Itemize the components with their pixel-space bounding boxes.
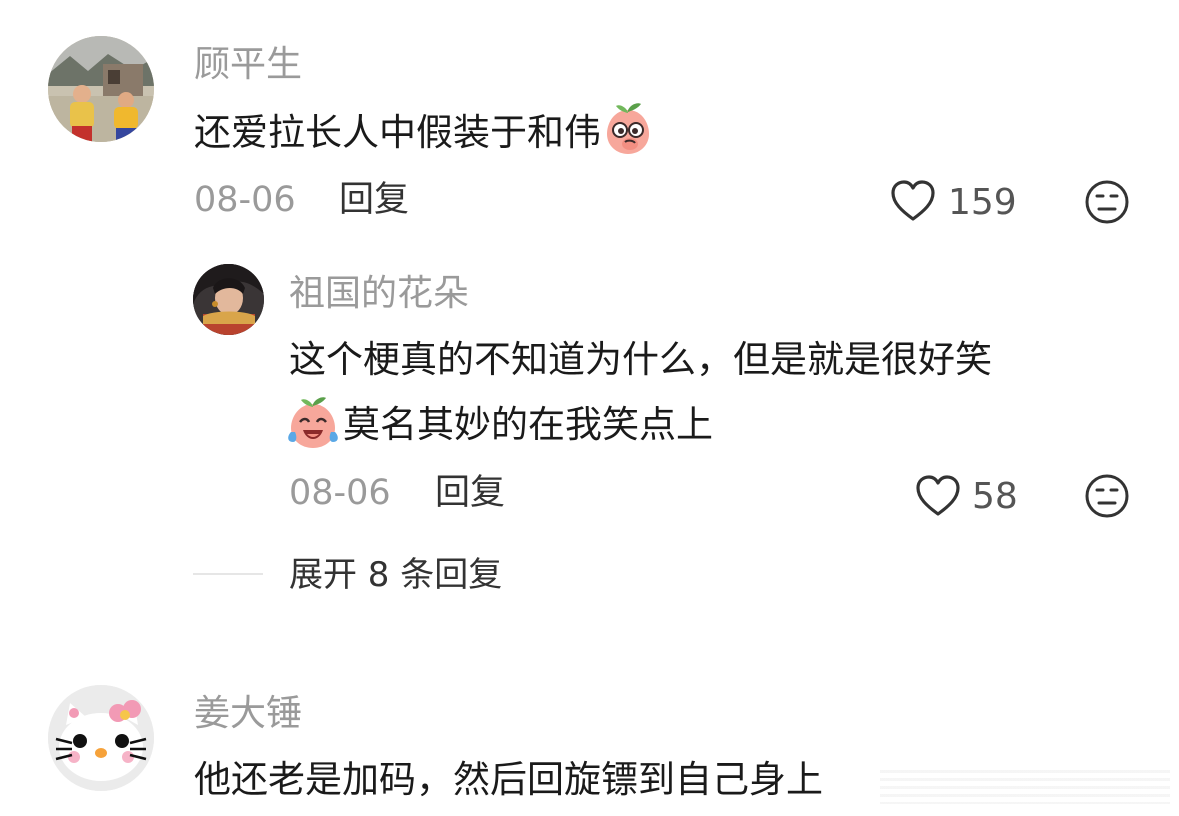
avatar[interactable] — [48, 685, 154, 791]
hello-kitty-avatar-icon — [48, 685, 154, 791]
peach-crying-laughing-emoji-icon — [287, 394, 339, 450]
comment-text: 还爱拉长人中假装于和伟 — [194, 111, 601, 154]
reply-date: 08-06 — [289, 473, 391, 513]
neutral-face-icon[interactable] — [1084, 179, 1130, 225]
like-count: 159 — [948, 182, 1017, 223]
neutral-face-icon[interactable] — [1084, 473, 1130, 519]
expand-divider — [193, 573, 263, 575]
comment-text: 他还老是加码，然后回旋镖到自己身上 — [194, 758, 823, 801]
reply-avatar[interactable] — [193, 264, 264, 335]
reply-username[interactable]: 祖国的花朵 — [289, 276, 469, 312]
like-count: 58 — [972, 476, 1018, 517]
peach-thinking-emoji-icon — [603, 100, 653, 156]
reply-button[interactable]: 回复 — [339, 183, 409, 218]
reply-button[interactable]: 回复 — [435, 476, 505, 511]
avatar-photo-icon — [48, 36, 154, 142]
text-fade-overlay — [880, 770, 1170, 804]
comment-username[interactable]: 顾平生 — [194, 47, 302, 83]
comment-date: 08-06 — [194, 180, 296, 220]
heart-outline-icon[interactable] — [890, 179, 936, 223]
avatar[interactable] — [48, 36, 154, 142]
avatar-photo-icon — [193, 264, 264, 335]
heart-outline-icon[interactable] — [915, 474, 961, 518]
reply-text-line1: 这个梗真的不知道为什么，但是就是很好笑 — [289, 338, 992, 381]
reply-text-line2: 莫名其妙的在我笑点上 — [343, 403, 713, 446]
comment-username[interactable]: 姜大锤 — [194, 696, 302, 732]
expand-replies-button[interactable]: 展开 8 条回复 — [289, 558, 502, 592]
